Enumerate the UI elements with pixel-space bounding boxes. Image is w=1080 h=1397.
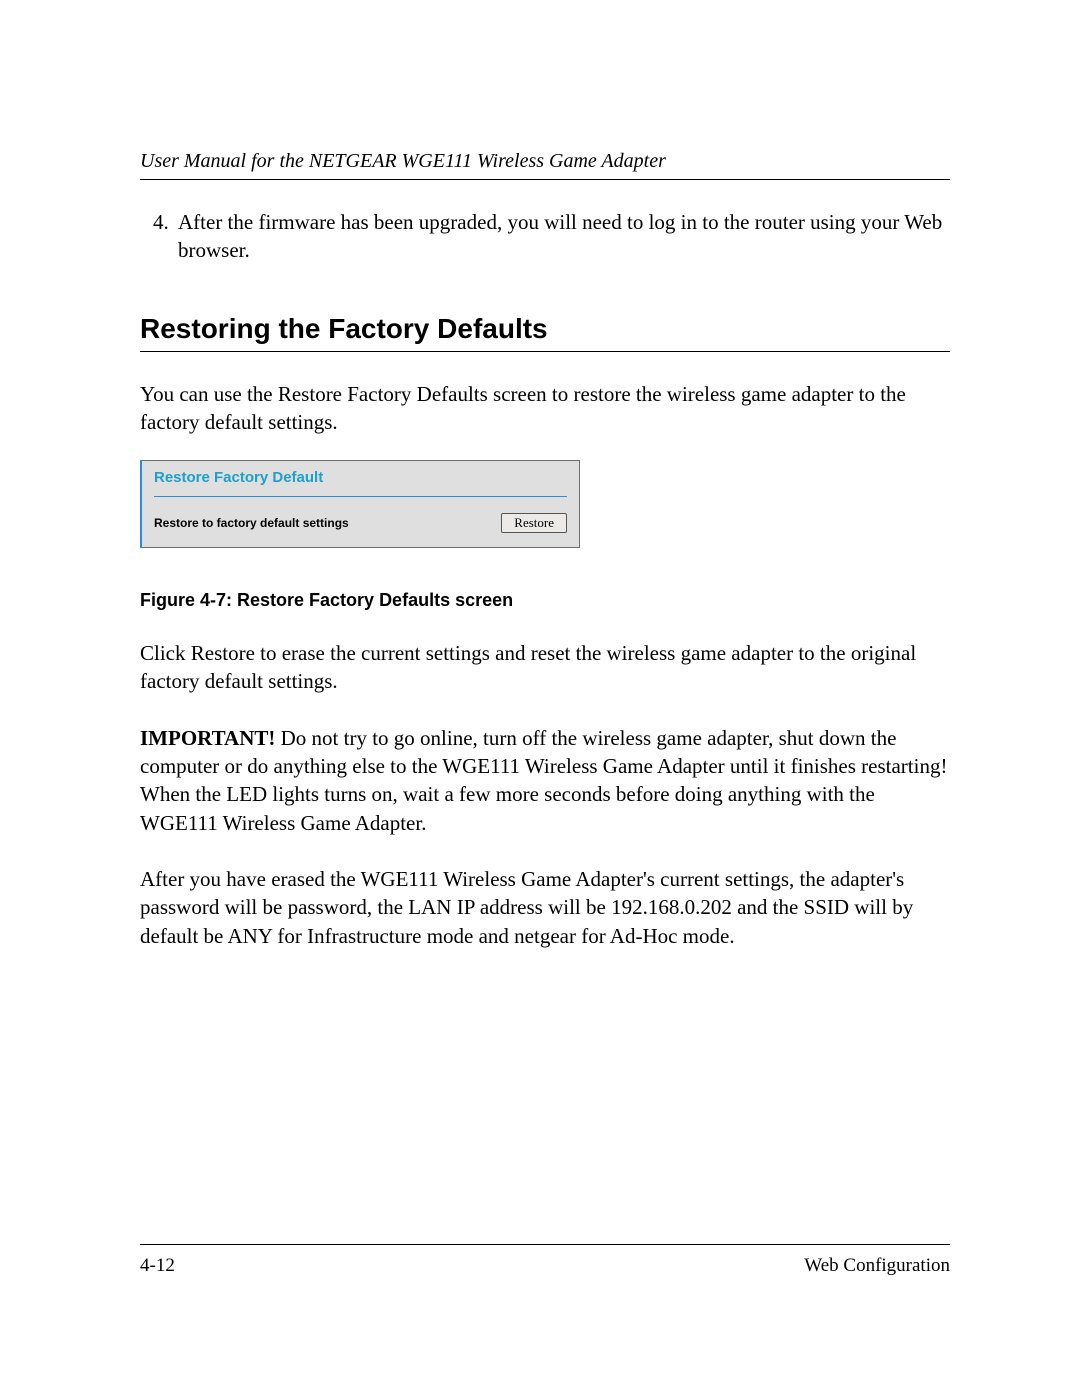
restore-button[interactable]: Restore (501, 513, 567, 533)
paragraph-defaults: After you have erased the WGE111 Wireles… (140, 865, 950, 950)
panel-title: Restore Factory Default (154, 469, 567, 497)
numbered-list: After the firmware has been upgraded, yo… (140, 208, 950, 265)
running-header: User Manual for the NETGEAR WGE111 Wirel… (140, 150, 950, 180)
paragraph-restore-info: Click Restore to erase the current setti… (140, 639, 950, 696)
paragraph-important: IMPORTANT! Do not try to go online, turn… (140, 724, 950, 837)
section-heading: Restoring the Factory Defaults (140, 313, 950, 352)
page-footer: 4-12 Web Configuration (140, 1244, 950, 1277)
panel-label: Restore to factory default settings (154, 516, 349, 530)
restore-factory-panel: Restore Factory Default Restore to facto… (140, 460, 580, 548)
figure-block: Restore Factory Default Restore to facto… (140, 460, 950, 611)
panel-row: Restore to factory default settings Rest… (154, 513, 567, 533)
document-page: User Manual for the NETGEAR WGE111 Wirel… (0, 0, 1080, 1397)
important-lead: IMPORTANT! (140, 726, 275, 750)
figure-caption: Figure 4-7: Restore Factory Defaults scr… (140, 590, 950, 611)
footer-section-name: Web Configuration (804, 1255, 950, 1277)
section-intro: You can use the Restore Factory Defaults… (140, 380, 950, 437)
footer-page-number: 4-12 (140, 1255, 175, 1277)
list-item-4: After the firmware has been upgraded, yo… (174, 208, 950, 265)
